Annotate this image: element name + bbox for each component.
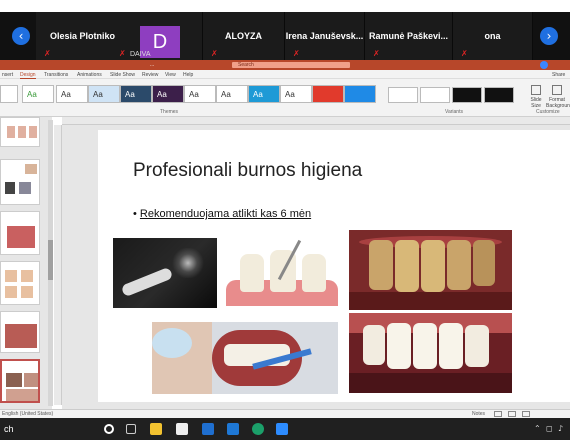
bullet-text: Rekomenduojama atlikti kas 6 mėn [139,208,312,220]
status-bar: English (United States) Notes [0,409,570,418]
participant-tile[interactable]: Ramunė Paškevi... ✗ [365,12,453,60]
normal-view-icon[interactable] [494,411,502,417]
group-label-customize: Customize [536,109,560,115]
task-view-icon[interactable] [126,424,136,434]
slide-size-button[interactable]: Slide Size [525,85,547,109]
network-icon[interactable]: ◻ [546,424,553,433]
vertical-ruler [54,125,62,405]
theme-thumbnail[interactable]: Aa [120,85,152,103]
mic-muted-icon: ✗ [461,49,468,58]
teeth-plaque-photo [349,230,512,310]
slide-thumbnail[interactable] [0,311,40,353]
participant-name: DAIVA [130,51,151,58]
group-label-variants: Variants [445,109,463,115]
theme-thumbnail[interactable]: Aa [22,85,54,103]
tab-animations[interactable]: Animations [77,72,102,78]
mic-muted-icon: ✗ [373,49,380,58]
participant-tile[interactable]: ona ✗ [453,12,533,60]
tab-help[interactable]: Help [183,72,193,78]
tray-chevron-icon[interactable]: ⌃ [534,424,541,433]
status-language[interactable]: English (United States) [2,411,53,417]
slide-thumbnail[interactable] [0,261,40,305]
tab-design[interactable]: Design [20,72,36,79]
slide-title[interactable]: Profesionali burnos higiena [133,160,362,182]
participant-tile[interactable]: ALOYZA ✗ [203,12,285,60]
slide-thumbnail[interactable] [0,117,40,147]
user-avatar-icon[interactable] [540,61,548,69]
participant-name: Irena Januševsk... [285,31,364,41]
taskbar-search[interactable]: ch [4,424,14,434]
zoom-participant-strip: ‹ Olesia Plotnikova ✗ ✗ D DAIVA ALOYZA ✗… [0,12,570,60]
tab-view[interactable]: View [165,72,176,78]
theme-thumbnail[interactable]: Aa [248,85,280,103]
file-explorer-icon[interactable] [150,423,162,435]
cortana-icon[interactable] [104,424,114,434]
mic-muted-icon: ✗ [119,49,126,58]
store-icon[interactable] [176,423,188,435]
screen: ‹ Olesia Plotnikova ✗ ✗ D DAIVA ALOYZA ✗… [0,0,570,440]
zoom-icon[interactable] [276,423,288,435]
tartar-tooth-illustration [226,236,338,306]
slide-thumbnail[interactable] [0,159,40,205]
theme-thumbnail[interactable]: Aa [184,85,216,103]
app-l-icon[interactable] [202,423,214,435]
participant-name: Ramunė Paškevi... [368,31,449,41]
share-button[interactable]: Share [552,72,565,78]
dental-cleaning-photo [152,322,338,394]
notes-button[interactable]: Notes [472,411,485,417]
scrollbar-thumb[interactable] [48,240,53,280]
ultrasonic-scaler-photo [113,238,217,308]
edge-icon[interactable] [252,423,264,435]
theme-thumbnail[interactable] [312,85,344,103]
slide-size-label: Slide Size [530,97,542,109]
theme-thumbnail[interactable]: Aa [152,85,184,103]
tab-slide-show[interactable]: Slide Show [110,72,135,78]
slide-thumbnail[interactable] [0,211,40,255]
slide-size-icon [531,85,541,95]
participant-name: ALOYZA [225,31,262,41]
slide-sorter-icon[interactable] [508,411,516,417]
ribbon: Aa Aa Aa Aa Aa Aa Aa Aa Aa Themes Varian… [0,79,570,117]
clean-teeth-photo [349,313,512,393]
participant-name: ona [484,31,501,41]
theme-thumbnail[interactable]: Aa [56,85,88,103]
reading-view-icon[interactable] [522,411,530,417]
mic-muted-icon: ✗ [293,49,300,58]
theme-thumbnail[interactable] [0,85,18,103]
chevron-left-icon[interactable]: ‹ [12,27,30,45]
format-background-icon [552,85,562,95]
variant-thumbnail[interactable] [388,87,418,103]
participant-tile[interactable]: Irena Januševsk... ✗ [285,12,365,60]
variant-thumbnail[interactable] [420,87,450,103]
theme-thumbnail[interactable]: Aa [280,85,312,103]
format-background-button[interactable]: Format Background [546,85,570,109]
mic-muted-icon: ✗ [44,49,51,58]
mic-muted-icon: ✗ [211,49,218,58]
theme-thumbnail[interactable]: Aa [88,85,120,103]
tab-transitions[interactable]: Transitions [44,72,68,78]
chevron-right-icon[interactable]: › [540,27,558,45]
windows-taskbar: ch ⌃ ◻ ♪ [0,418,570,440]
horizontal-ruler [62,117,570,125]
document-title: ... [150,62,155,68]
group-label-themes: Themes [160,109,179,115]
volume-icon[interactable]: ♪ [558,424,563,433]
mail-icon[interactable] [227,423,239,435]
theme-thumbnail[interactable] [344,85,376,103]
tab-review[interactable]: Review [142,72,158,78]
theme-thumbnail[interactable]: Aa [216,85,248,103]
slide-thumbnail-selected[interactable] [0,359,40,403]
slide-thumbnail-pane [0,117,52,409]
top-margin [0,0,570,12]
search-input[interactable]: Search [232,62,350,68]
format-background-label: Format Background [546,97,570,109]
variant-thumbnail[interactable] [484,87,514,103]
tab-insert[interactable]: nsert [2,72,13,78]
slide-bullet[interactable]: • Rekomenduojama atlikti kas 6 mėn [133,208,311,220]
ribbon-tabs: nsert Design Transitions Animations Slid… [0,70,570,79]
variant-thumbnail[interactable] [452,87,482,103]
